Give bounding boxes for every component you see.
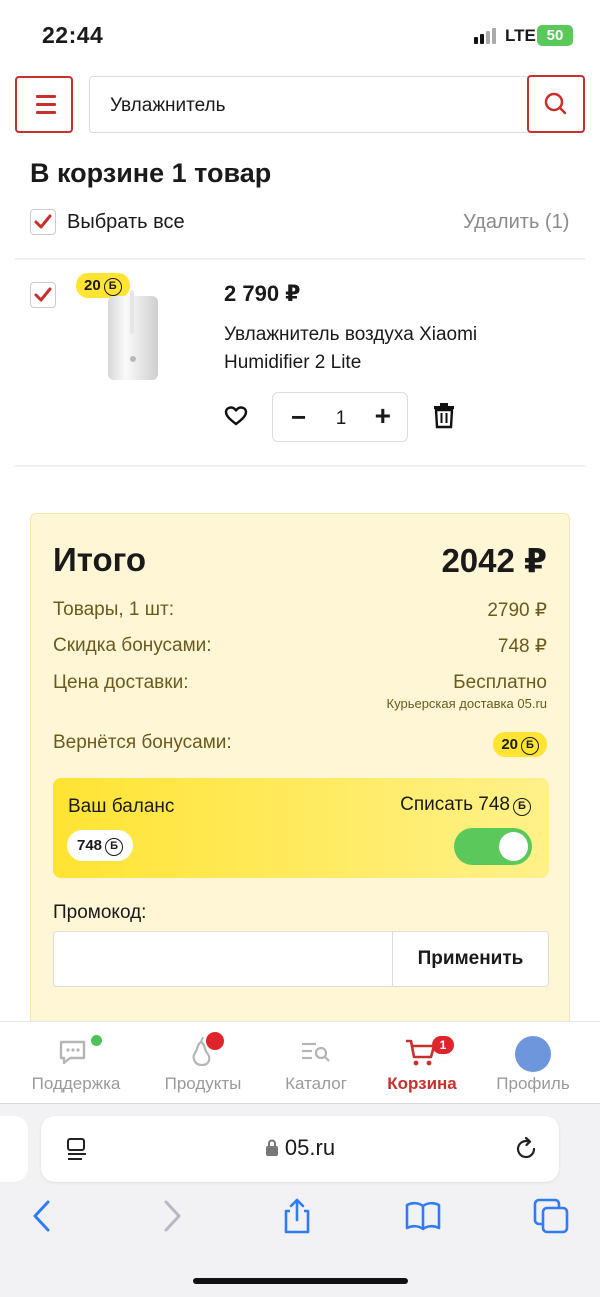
status-bar: 22:44 LTE 50 [0,0,600,70]
delete-selected-link[interactable]: Удалить (1) [463,211,569,234]
item-checkbox[interactable] [30,282,56,308]
spend-bonus-label: Списать 748 Б [400,794,531,816]
trash-icon[interactable] [432,403,456,429]
discount-label: Скидка бонусами: [53,635,212,656]
goods-label: Товары, 1 шт: [53,599,174,620]
spend-bonus-toggle[interactable] [454,828,532,865]
delivery-label: Цена доставки: [53,672,189,693]
total-value: 2042 ₽ [441,542,547,579]
bookmarks-icon[interactable] [403,1196,443,1236]
tabs-icon[interactable] [531,1196,571,1236]
toggle-knob [499,832,528,861]
goods-value: 2790 ₽ [487,600,547,621]
tab-profile[interactable]: Профиль [473,1022,593,1104]
delivery-note: Курьерская доставка 05.ru [386,696,547,711]
bonus-value: 20 [84,277,101,294]
avatar-icon [515,1036,551,1072]
balance-label: Ваш баланс [68,796,175,817]
balance-pill: 748 Б [67,830,134,861]
bonus-coin-icon: Б [521,737,539,755]
network-label: LTE [505,26,536,45]
search-icon [544,92,567,115]
lock-icon [265,1139,278,1156]
order-summary: Итого 2042 ₽ Товары, 1 шт: 2790 ₽ Скидка… [30,513,570,1053]
item-price: 2 790 ₽ [224,281,301,306]
battery-level: 50 [546,27,564,44]
tab-support[interactable]: Поддержка [16,1022,136,1104]
return-bonus-badge: 20 Б [493,732,547,757]
cart-count-badge: 1 [432,1036,454,1054]
share-icon[interactable] [277,1196,317,1236]
spend-bonus-text: Списать 748 [400,794,510,815]
quantity-stepper: − 1 + [272,392,408,442]
tab-cart[interactable]: 1 Корзина [362,1022,482,1104]
online-dot [91,1035,102,1046]
chat-icon [59,1040,86,1065]
tab-label: Профиль [496,1074,570,1093]
search-query: Увлажнитель [110,95,226,116]
battery-icon: 50 [537,25,573,46]
address-bar[interactable]: 05.ru [41,1116,559,1182]
select-all-label: Выбрать все [67,211,185,233]
bonus-balance-card: Ваш баланс Списать 748 Б 748 Б [53,778,549,878]
checkmark-icon [34,214,52,229]
divider [15,465,585,467]
cart-title: В корзине 1 товар [30,158,272,188]
url-text: 05.ru [284,1135,336,1160]
item-name[interactable]: Увлажнитель воздуха Xiaomi Humidifier 2 … [224,321,544,377]
tab-label: Продукты [164,1074,242,1093]
search-button[interactable] [527,75,585,133]
catalog-search-icon [302,1042,330,1062]
product-image[interactable] [100,288,164,383]
url-display: 05.ru [41,1135,559,1161]
promo-label: Промокод: [53,902,147,923]
return-bonus-value: 20 [501,736,518,753]
tab-products[interactable]: Продукты [143,1022,263,1104]
heart-icon[interactable] [223,404,249,428]
tab-label: Поддержка [31,1074,121,1093]
forward-icon[interactable] [152,1196,192,1236]
tab-catalog[interactable]: Каталог [256,1022,376,1104]
tab-label: Каталог [285,1074,347,1093]
checkmark-icon [34,287,52,302]
home-indicator [193,1278,408,1284]
bonus-coin-icon: Б [105,838,124,856]
search-input[interactable]: Увлажнитель [89,76,585,133]
promo-code-input[interactable] [53,931,393,987]
increase-button[interactable]: + [375,402,391,430]
select-all-checkbox[interactable] [30,209,56,235]
notification-dot [206,1032,224,1050]
delivery-value: Бесплатно [453,672,547,693]
balance-value: 748 [77,837,103,854]
reload-icon[interactable] [513,1136,539,1162]
bonus-coin-icon: Б [513,798,531,816]
signal-icon [474,28,498,44]
previous-tab[interactable] [0,1116,28,1182]
tab-label: Корзина [387,1074,457,1093]
divider [15,258,585,260]
total-label: Итого [53,541,147,578]
back-icon[interactable] [22,1196,62,1236]
menu-button[interactable] [15,76,73,133]
return-bonus-label: Вернётся бонусами: [53,732,232,753]
discount-value: 748 ₽ [497,636,547,657]
status-time: 22:44 [42,22,104,48]
bottom-tab-bar: Поддержка Продукты Каталог 1 Корзина Про… [0,1021,600,1103]
apply-promo-button[interactable]: Применить [392,931,549,987]
